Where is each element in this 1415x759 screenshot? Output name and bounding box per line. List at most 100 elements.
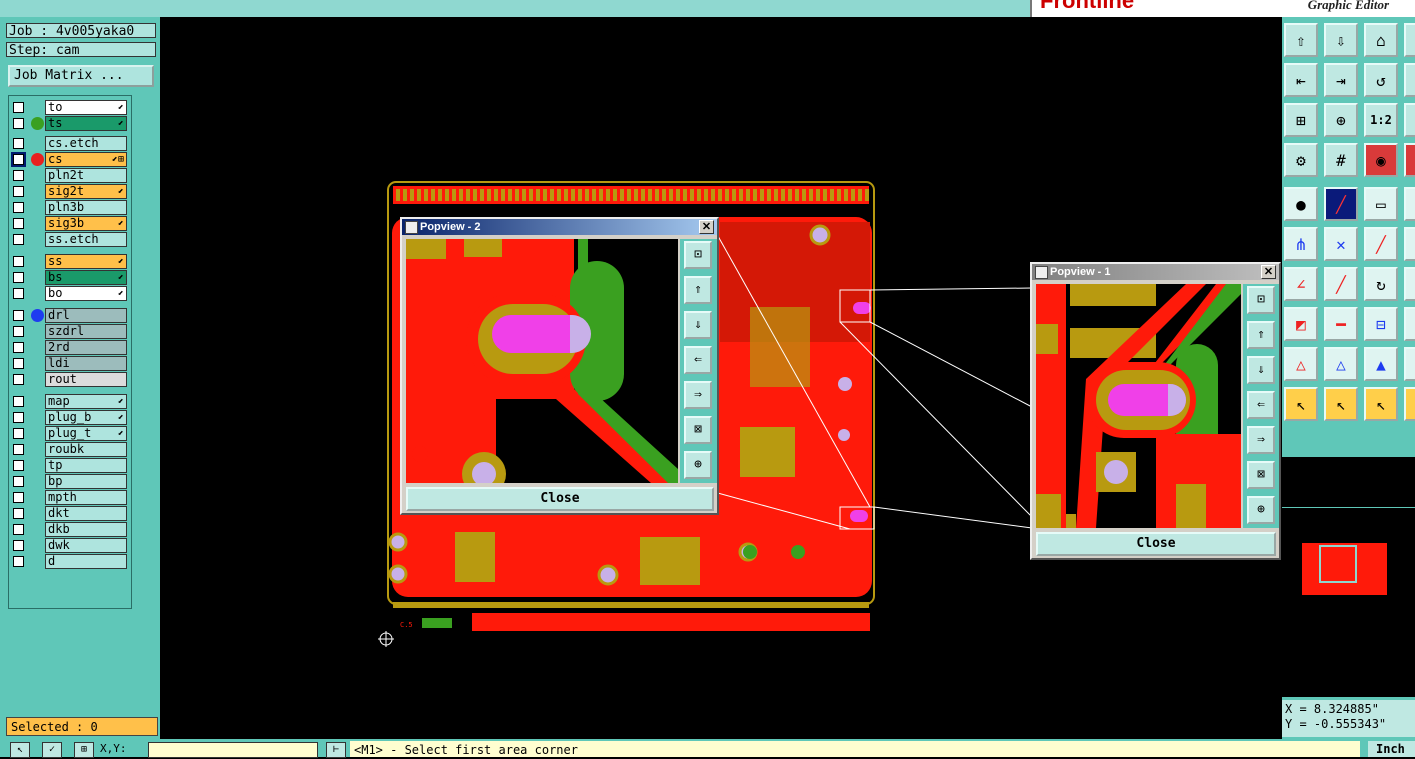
- home-up-icon[interactable]: ⇧: [1284, 23, 1318, 57]
- layer-row[interactable]: cs ⬋⊞: [11, 152, 127, 167]
- close-icon[interactable]: ✕: [1261, 265, 1276, 279]
- layer-name[interactable]: map ⬋: [45, 394, 127, 409]
- redo-icon[interactable]: ↻: [1404, 63, 1415, 97]
- pan-right-icon[interactable]: ⇒: [1247, 426, 1275, 454]
- popview-1-titlebar[interactable]: Popview - 1 ✕: [1032, 264, 1279, 280]
- undo-icon[interactable]: ↺: [1364, 63, 1398, 97]
- pointer-icon[interactable]: ↖: [10, 742, 30, 758]
- popview-1-view[interactable]: [1036, 284, 1241, 528]
- layer-name[interactable]: rout: [45, 372, 127, 387]
- layer-row[interactable]: bo ⬋: [11, 286, 127, 301]
- overview-map[interactable]: [1282, 507, 1415, 617]
- layer-name[interactable]: cs ⬋⊞: [45, 152, 127, 167]
- cross-icon[interactable]: ✕: [1324, 227, 1358, 261]
- layer-checkbox[interactable]: [13, 310, 24, 321]
- layer-row[interactable]: plug_t ⬋: [11, 426, 127, 441]
- arrow-right-icon[interactable]: ⇥: [1324, 63, 1358, 97]
- select-pointer-icon[interactable]: ↖: [1284, 387, 1318, 421]
- layer-row[interactable]: to ⬋: [11, 100, 127, 115]
- layer-name[interactable]: ss ⬋: [45, 254, 127, 269]
- layer-name[interactable]: roubk: [45, 442, 127, 457]
- layer-checkbox[interactable]: [13, 524, 24, 535]
- layer-checkbox[interactable]: [13, 272, 24, 283]
- zoom-out-icon[interactable]: ⊕: [1247, 496, 1275, 524]
- zoom-out-icon[interactable]: ⊕: [684, 451, 712, 479]
- dimension-alt-icon[interactable]: ⊟: [1404, 307, 1415, 341]
- layer-row[interactable]: tp: [11, 458, 127, 473]
- layer-name[interactable]: bp: [45, 474, 127, 489]
- layer-checkbox[interactable]: [13, 138, 24, 149]
- layer-name[interactable]: sig2t ⬋: [45, 184, 127, 199]
- layer-row[interactable]: sig3b ⬋: [11, 216, 127, 231]
- pad-icon[interactable]: ●: [1284, 187, 1318, 221]
- triangle-alt-icon[interactable]: △: [1404, 347, 1415, 381]
- route-alt-icon[interactable]: ⋯: [1404, 227, 1415, 261]
- layer-row[interactable]: pln3b: [11, 200, 127, 215]
- layer-name[interactable]: dkt: [45, 506, 127, 521]
- pan-icon[interactable]: ◫: [1404, 103, 1415, 137]
- layer-row[interactable]: roubk: [11, 442, 127, 457]
- layer-color-dot[interactable]: [31, 117, 44, 130]
- pan-left-icon[interactable]: ⇐: [1247, 391, 1275, 419]
- layer-row[interactable]: 2rd: [11, 340, 127, 355]
- layer-name[interactable]: cs.etch: [45, 136, 127, 151]
- layer-name[interactable]: drl: [45, 308, 127, 323]
- layer-checkbox[interactable]: [13, 102, 24, 113]
- layer-checkbox[interactable]: [13, 202, 24, 213]
- grid-icon[interactable]: #: [1324, 143, 1358, 177]
- fit-icon[interactable]: ⊡: [684, 241, 712, 269]
- layer-name[interactable]: d: [45, 554, 127, 569]
- layer-name[interactable]: dkb: [45, 522, 127, 537]
- popview-1-close-button[interactable]: Close: [1036, 532, 1276, 556]
- select-alt-icon[interactable]: ↖: [1404, 387, 1415, 421]
- home-icon[interactable]: ⌂: [1364, 23, 1398, 57]
- layer-row[interactable]: d: [11, 554, 127, 569]
- close-icon[interactable]: ✕: [699, 220, 714, 234]
- layer-checkbox[interactable]: [13, 492, 24, 503]
- layer-checkbox[interactable]: [13, 444, 24, 455]
- layer-checkbox[interactable]: [13, 428, 24, 439]
- layer-row[interactable]: ss.etch: [11, 232, 127, 247]
- units-button[interactable]: Inch: [1368, 741, 1415, 757]
- fit-all-icon[interactable]: ⊞: [1284, 103, 1318, 137]
- pan-down-icon[interactable]: ⇓: [1247, 356, 1275, 384]
- pad-edit-icon[interactable]: ◩: [1284, 307, 1318, 341]
- arc-alt-icon[interactable]: ⌒: [1404, 267, 1415, 301]
- layer-checkbox[interactable]: [11, 152, 26, 167]
- home-down-icon[interactable]: ⇩: [1324, 23, 1358, 57]
- arc-icon[interactable]: ↻: [1364, 267, 1398, 301]
- layer-row[interactable]: ts ⬋: [11, 116, 127, 131]
- layer-row[interactable]: rout: [11, 372, 127, 387]
- dimension-icon[interactable]: ⊟: [1364, 307, 1398, 341]
- line-icon[interactable]: ╱: [1324, 187, 1358, 221]
- popview-2-view[interactable]: [406, 239, 678, 483]
- layer-name[interactable]: plug_t ⬋: [45, 426, 127, 441]
- layer-checkbox[interactable]: [13, 170, 24, 181]
- fit-profile-icon[interactable]: ⊕: [1324, 103, 1358, 137]
- layer-row[interactable]: sig2t ⬋: [11, 184, 127, 199]
- popview-2-titlebar[interactable]: Popview - 2 ✕: [402, 219, 717, 235]
- layer-checkbox[interactable]: [13, 460, 24, 471]
- layer-row[interactable]: ss ⬋: [11, 254, 127, 269]
- snap-alt-icon[interactable]: ◉: [1404, 143, 1415, 177]
- slash-icon[interactable]: ╱: [1324, 267, 1358, 301]
- popview-2-close-button[interactable]: Close: [406, 487, 714, 511]
- layer-row[interactable]: dkb: [11, 522, 127, 537]
- layer-name[interactable]: ts ⬋: [45, 116, 127, 131]
- ruler-icon[interactable]: ▭: [1364, 187, 1398, 221]
- pan-left-icon[interactable]: ⇐: [684, 346, 712, 374]
- cursor-icon[interactable]: ⊢: [326, 742, 346, 758]
- check-icon[interactable]: ✓: [42, 742, 62, 758]
- dash-icon[interactable]: ━: [1324, 307, 1358, 341]
- zoom-in-icon[interactable]: ⊠: [684, 416, 712, 444]
- layer-checkbox[interactable]: [13, 540, 24, 551]
- fit-icon[interactable]: ⊡: [1247, 286, 1275, 314]
- layer-checkbox[interactable]: [13, 556, 24, 567]
- pan-up-icon[interactable]: ⇑: [684, 276, 712, 304]
- triangle-fill-icon[interactable]: ▲: [1364, 347, 1398, 381]
- layer-checkbox[interactable]: [13, 256, 24, 267]
- layer-name[interactable]: to ⬋: [45, 100, 127, 115]
- snap-icon[interactable]: ◉: [1364, 143, 1398, 177]
- layer-name[interactable]: szdrl: [45, 324, 127, 339]
- layer-row[interactable]: plug_b ⬋: [11, 410, 127, 425]
